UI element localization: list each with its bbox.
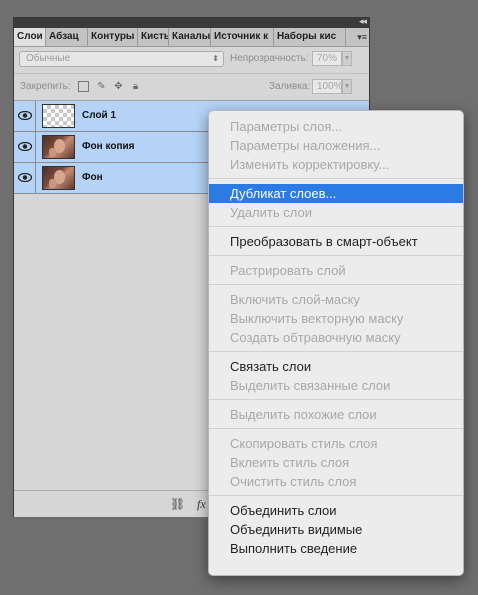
menu-item-rasterize-layer[interactable]: Растрировать слой [209, 261, 463, 280]
select-arrows-icon: ⬍ [212, 54, 219, 63]
menu-separator [209, 255, 463, 256]
link-icon[interactable]: ⛓ [170, 497, 185, 511]
menu-item-create-clipping-mask[interactable]: Создать обтравочную маску [209, 328, 463, 347]
visibility-toggle[interactable] [14, 132, 36, 162]
menu-item-clear-layer-style[interactable]: Очистить стиль слоя [209, 472, 463, 491]
layer-name: Фон копия [82, 141, 135, 152]
visibility-toggle[interactable] [14, 101, 36, 131]
panel-titlebar: ◂◂ [14, 16, 369, 28]
fill-dropdown-icon[interactable]: ▼ [342, 79, 352, 94]
menu-item-merge-visible[interactable]: Объединить видимые [209, 520, 463, 539]
lock-brush-icon[interactable]: ✎ [96, 81, 107, 92]
lock-all-icon[interactable]: 🔒︎ [130, 81, 141, 92]
layer-thumbnail [42, 135, 75, 159]
menu-item-edit-adjustment[interactable]: Изменить корректировку... [209, 155, 463, 174]
menu-item-delete-layers[interactable]: Удалить слои [209, 203, 463, 222]
menu-separator [209, 428, 463, 429]
collapse-icon[interactable]: ◂◂ [359, 16, 367, 27]
menu-separator [209, 284, 463, 285]
opacity-label: Непрозрачность: [230, 53, 309, 64]
layer-name: Фон [82, 172, 103, 183]
layer-thumbnail [42, 166, 75, 190]
lock-move-icon[interactable]: ✥ [113, 81, 124, 92]
menu-item-duplicate-layers[interactable]: Дубликат слоев... [209, 184, 463, 203]
menu-separator [209, 226, 463, 227]
menu-item-convert-smart-object[interactable]: Преобразовать в смарт-объект [209, 232, 463, 251]
menu-item-select-linked-layers[interactable]: Выделить связанные слои [209, 376, 463, 395]
menu-item-link-layers[interactable]: Связать слои [209, 357, 463, 376]
eye-icon [18, 173, 32, 182]
blend-mode-select[interactable]: Обычные ⬍ [19, 51, 224, 67]
tab-brush-presets[interactable]: Наборы кис [274, 28, 346, 46]
menu-separator [209, 399, 463, 400]
tab-paragraph[interactable]: Абзац [46, 28, 88, 46]
opacity-field[interactable]: 70% [312, 51, 342, 66]
menu-separator [209, 178, 463, 179]
eye-icon [18, 111, 32, 120]
eye-icon [18, 142, 32, 151]
menu-item-merge-layers[interactable]: Объединить слои [209, 501, 463, 520]
tab-brush[interactable]: Кисть [138, 28, 169, 46]
layer-thumbnail [42, 104, 75, 128]
blend-mode-value: Обычные [26, 53, 71, 64]
menu-item-paste-layer-style[interactable]: Вклеить стиль слоя [209, 453, 463, 472]
menu-item-enable-layer-mask[interactable]: Включить слой-маску [209, 290, 463, 309]
tab-channels[interactable]: Каналы [169, 28, 211, 46]
panel-menu-icon[interactable]: ▾≡ [357, 28, 367, 46]
menu-item-layer-properties[interactable]: Параметры слоя... [209, 117, 463, 136]
menu-item-blending-options[interactable]: Параметры наложения... [209, 136, 463, 155]
panel-tabs: Слои Абзац Контуры Кисть Каналы Источник… [14, 28, 369, 47]
opacity-dropdown-icon[interactable]: ▼ [342, 51, 352, 66]
lock-transparent-icon[interactable] [78, 81, 89, 92]
fx-icon[interactable]: fx [197, 497, 206, 512]
layer-name: Слой 1 [82, 110, 117, 121]
menu-item-flatten-image[interactable]: Выполнить сведение [209, 539, 463, 558]
menu-separator [209, 351, 463, 352]
visibility-toggle[interactable] [14, 163, 36, 193]
lock-fill-row: Закрепить: ✎ ✥ 🔒︎ Заливка: 100% ▼ [14, 73, 369, 100]
tab-paths[interactable]: Контуры [88, 28, 138, 46]
menu-item-copy-layer-style[interactable]: Скопировать стиль слоя [209, 434, 463, 453]
tab-layers[interactable]: Слои [14, 28, 46, 46]
lock-label: Закрепить: [20, 81, 71, 92]
menu-separator [209, 495, 463, 496]
fill-label: Заливка: [269, 81, 311, 92]
fill-field[interactable]: 100% [312, 79, 343, 94]
context-menu: Параметры слоя... Параметры наложения...… [208, 110, 464, 576]
menu-item-select-similar-layers[interactable]: Выделить похожие слои [209, 405, 463, 424]
blend-opacity-row: Обычные ⬍ Непрозрачность: 70% ▼ [14, 47, 369, 73]
menu-item-disable-vector-mask[interactable]: Выключить векторную маску [209, 309, 463, 328]
tab-clone-source[interactable]: Источник к [211, 28, 274, 46]
